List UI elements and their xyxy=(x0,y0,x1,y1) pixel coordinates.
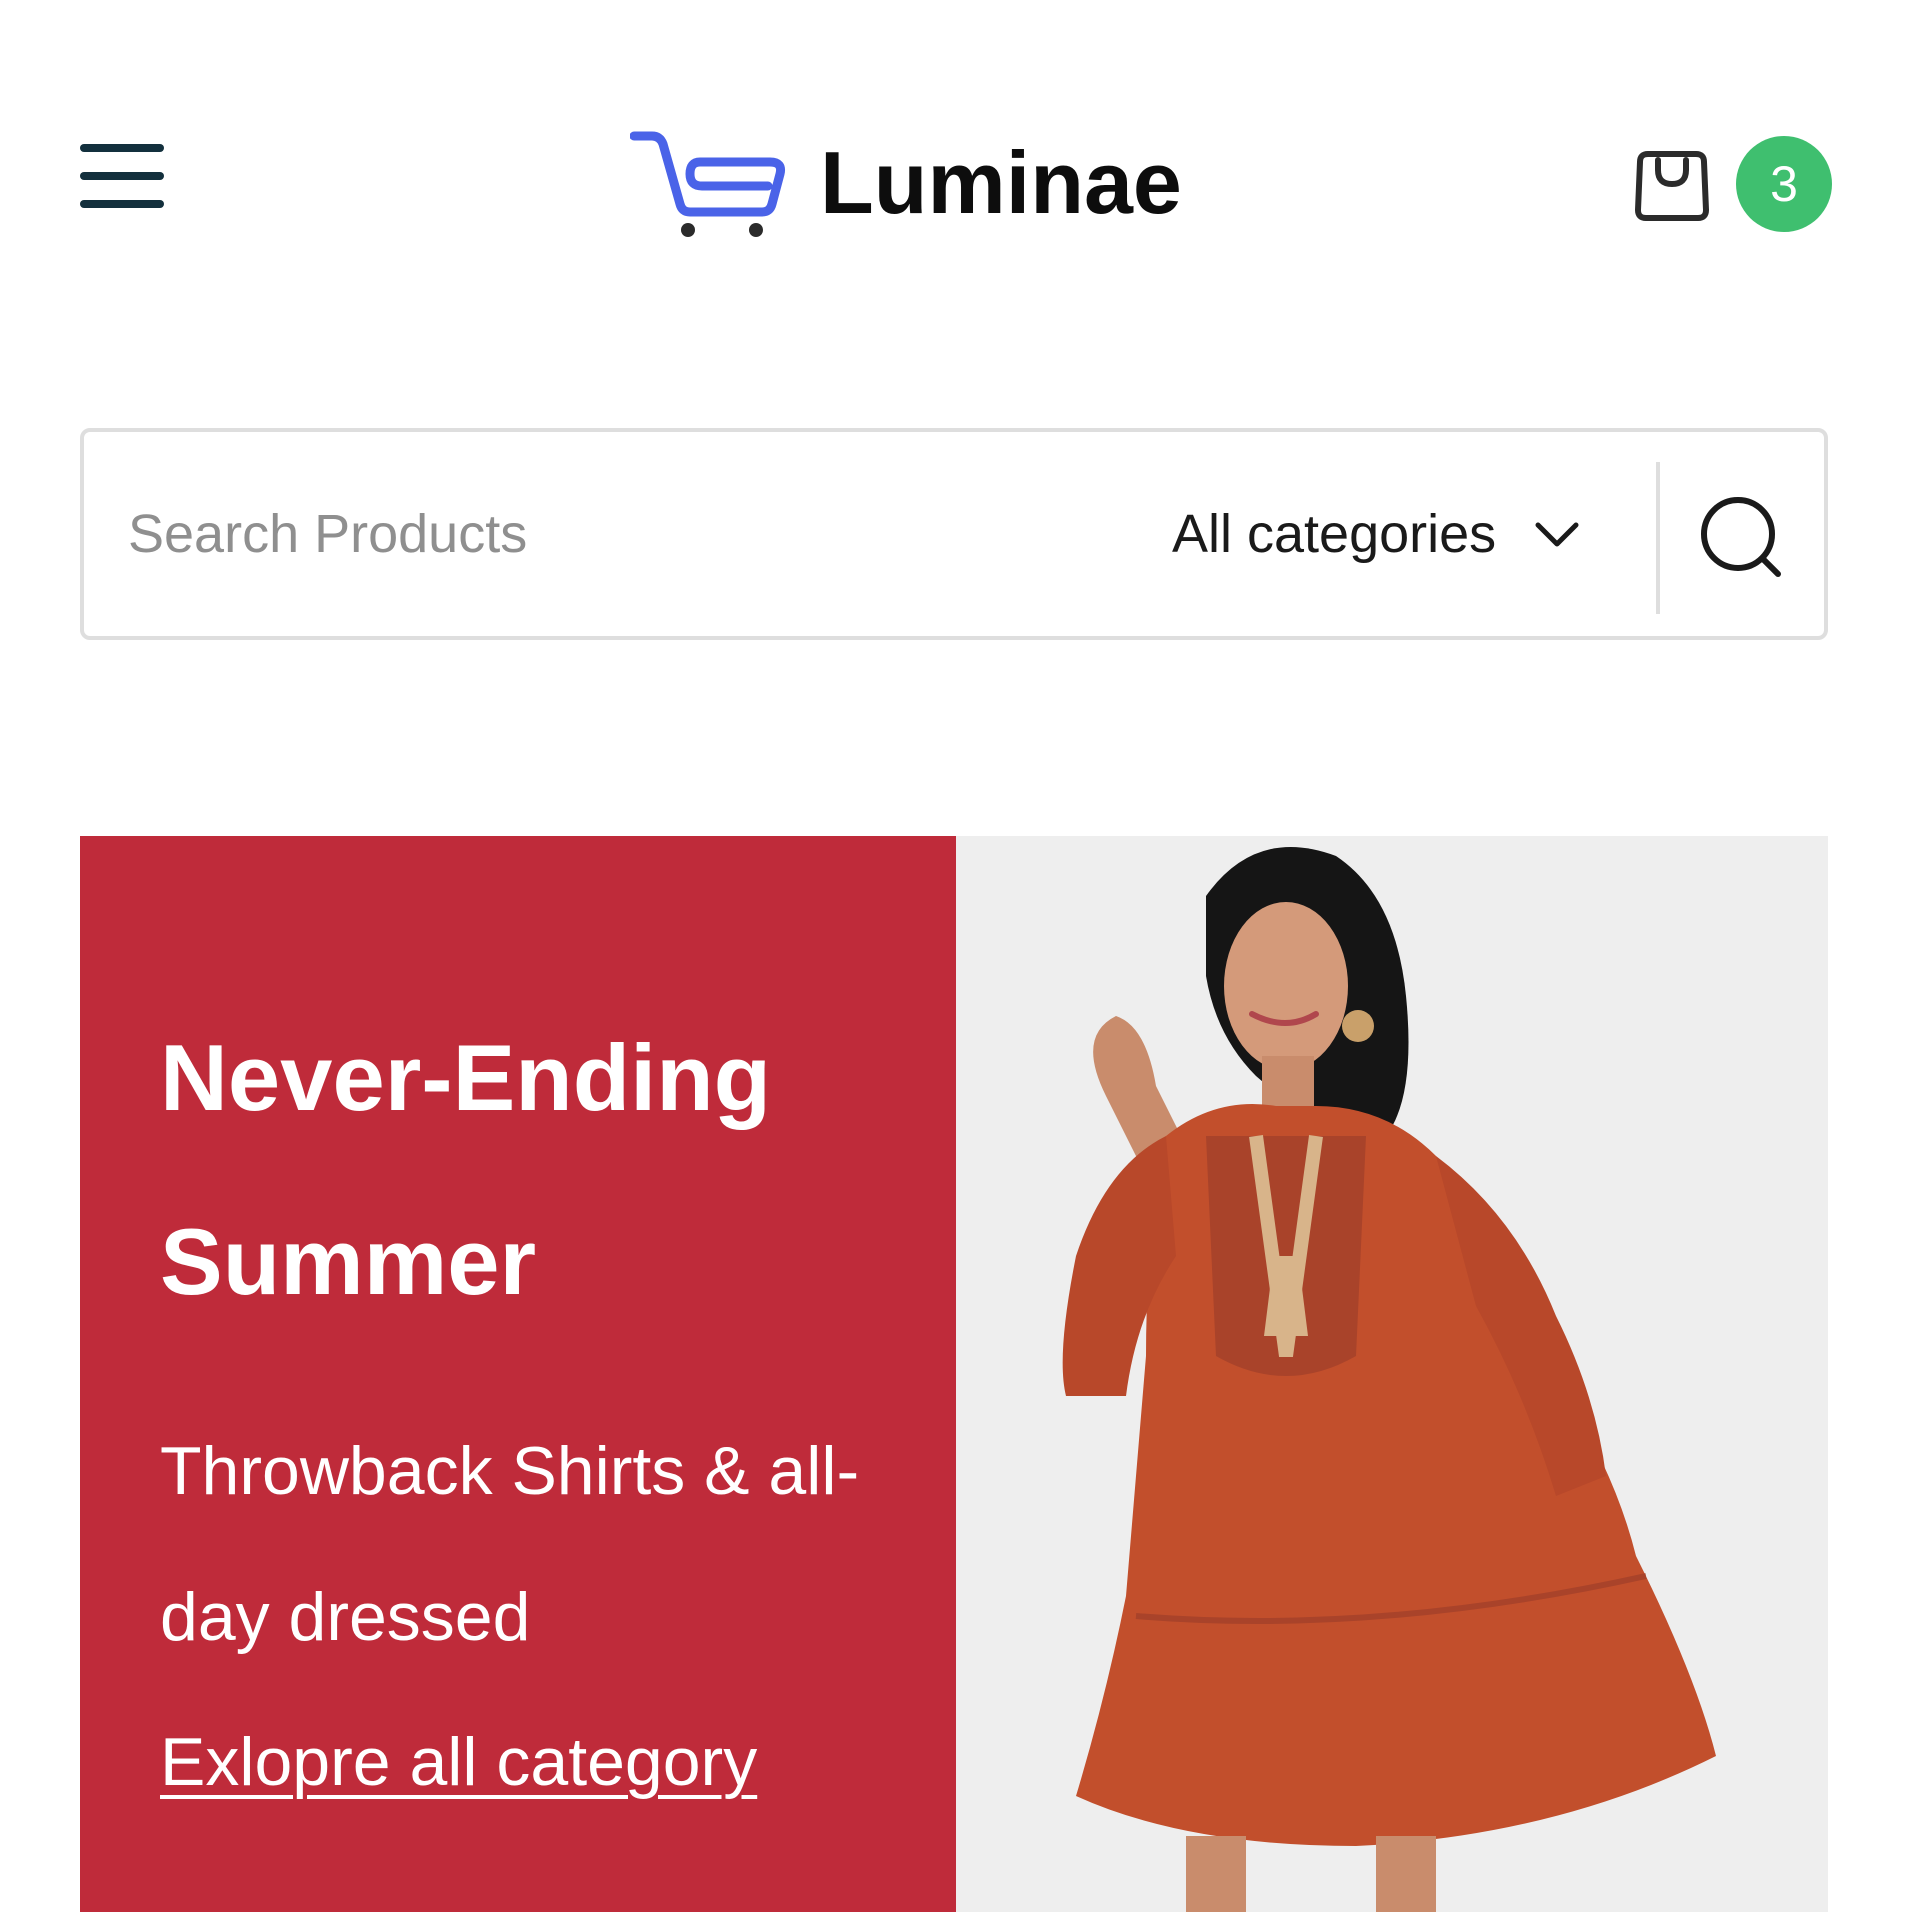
explore-all-category-link[interactable]: Exlopre all category xyxy=(160,1712,757,1812)
hero-subtitle: Throwback Shirts & all-day dressed xyxy=(160,1433,860,1655)
model-in-dress-image xyxy=(956,836,1828,1912)
cart-button[interactable] xyxy=(1630,140,1714,224)
page: Luminae 3 All categories Never-Ending Su… xyxy=(0,0,1912,1912)
category-dropdown-label: All categories xyxy=(1172,504,1497,564)
hero-product-image xyxy=(956,836,1828,1912)
brand-logo-link[interactable]: Luminae xyxy=(630,128,1182,238)
shopping-bag-icon xyxy=(1635,151,1709,221)
hamburger-menu-icon xyxy=(80,144,164,152)
search-input[interactable] xyxy=(128,472,1048,596)
category-dropdown[interactable]: All categories xyxy=(1172,472,1582,596)
hero-banner: Never-Ending Summer Throwback Shirts & a… xyxy=(80,836,1828,1912)
cart-count-badge: 3 xyxy=(1736,136,1832,232)
menu-button[interactable] xyxy=(80,140,166,212)
search-bar: All categories xyxy=(80,428,1828,640)
search-divider xyxy=(1656,462,1660,614)
hero-title: Never-Ending Summer xyxy=(160,1025,772,1314)
hero-text-panel: Never-Ending Summer Throwback Shirts & a… xyxy=(80,836,956,1912)
hamburger-line xyxy=(80,200,164,208)
search-icon xyxy=(1701,497,1781,577)
hamburger-line xyxy=(80,172,164,180)
brand-name: Luminae xyxy=(820,133,1182,232)
search-button[interactable] xyxy=(1696,492,1792,588)
chevron-down-icon xyxy=(1535,522,1579,547)
shopping-cart-icon xyxy=(630,131,785,237)
